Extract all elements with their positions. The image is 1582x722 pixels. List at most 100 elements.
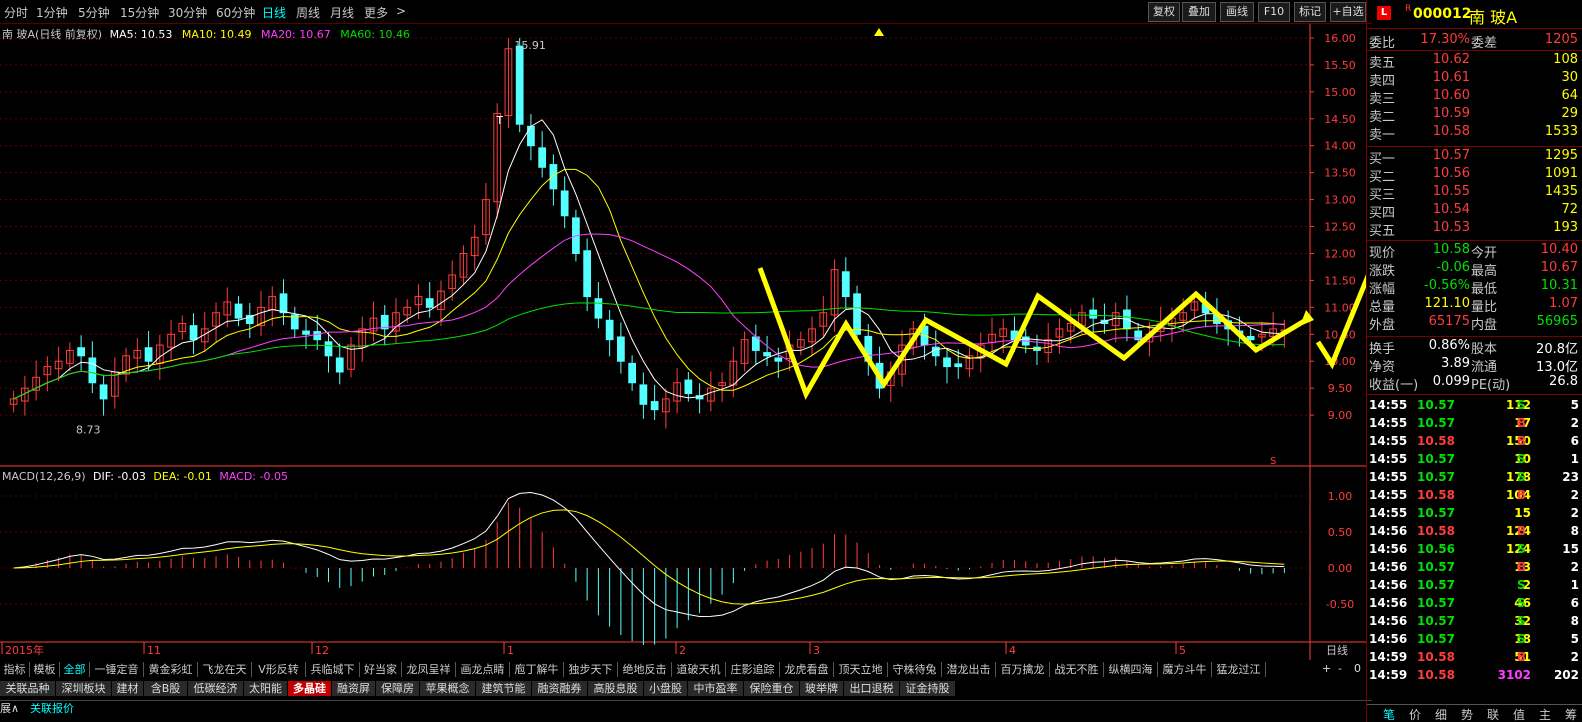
toolbar-button-5[interactable]: +自选: [1330, 2, 1366, 22]
indicator-tab-18[interactable]: 守株待兔: [888, 662, 942, 677]
ask-price-0[interactable]: 10.62: [1433, 52, 1470, 67]
indicator-tab-7[interactable]: 兵临城下: [306, 662, 360, 677]
period-tab-9[interactable]: 更多: [364, 4, 388, 21]
bid-price-2[interactable]: 10.55: [1433, 184, 1470, 199]
sector-tab-4[interactable]: 低碳经济: [188, 681, 244, 696]
indicator-tab-0[interactable]: 指标: [0, 662, 30, 677]
sector-tab-3[interactable]: 含B股: [144, 681, 188, 696]
indicator-tab-16[interactable]: 龙虎看盘: [780, 662, 834, 677]
sector-tab-1[interactable]: 深圳板块: [56, 681, 112, 696]
nav-control-0[interactable]: +: [1322, 662, 1331, 675]
date-axis-label: 2: [679, 644, 686, 657]
bid-price-4[interactable]: 10.53: [1433, 220, 1470, 235]
macd-axis-label: 0.50: [1328, 526, 1353, 539]
related-quote-link[interactable]: 关联报价: [30, 701, 74, 716]
ask-price-3[interactable]: 10.59: [1433, 106, 1470, 121]
toolbar-button-1[interactable]: 叠加: [1182, 2, 1216, 22]
indicator-tab-12[interactable]: 独步天下: [564, 662, 618, 677]
sector-tab-15[interactable]: 保险重仓: [744, 681, 800, 696]
bid-label-2: 买三: [1369, 188, 1396, 203]
period-tab-2[interactable]: 5分钟: [78, 4, 110, 21]
indicator-tab-2[interactable]: 全部: [60, 662, 90, 677]
period-tab-6[interactable]: 日线: [262, 4, 286, 21]
nav-control-2[interactable]: 0: [1354, 662, 1361, 675]
indicator-tab-11[interactable]: 庖丁解牛: [510, 662, 564, 677]
indicator-tab-21[interactable]: 战无不胜: [1050, 662, 1104, 677]
detail-tab-1[interactable]: 价: [1409, 706, 1421, 722]
bid-volume-4: 193: [1553, 220, 1578, 235]
indicator-tab-20[interactable]: 百万擒龙: [996, 662, 1050, 677]
toolbar-button-3[interactable]: F10: [1258, 2, 1290, 22]
sector-tab-12[interactable]: 高股息股: [588, 681, 644, 696]
trend-arrow-path: [757, 267, 1308, 400]
toolbar-button-0[interactable]: 复权: [1148, 2, 1180, 22]
indicator-tab-22[interactable]: 纵横四海: [1104, 662, 1158, 677]
candle-body: [515, 45, 524, 125]
sector-tab-2[interactable]: 建材: [112, 681, 144, 696]
detail-tab-2[interactable]: 细: [1435, 706, 1447, 722]
period-tab-0[interactable]: 分时: [4, 4, 28, 21]
indicator-tab-13[interactable]: 绝地反击: [618, 662, 672, 677]
period-tab-3[interactable]: 15分钟: [120, 4, 159, 21]
sector-tab-13[interactable]: 小盘股: [644, 681, 688, 696]
indicator-tab-23[interactable]: 魔方斗牛: [1158, 662, 1212, 677]
sector-tab-10[interactable]: 建筑节能: [476, 681, 532, 696]
expand-button[interactable]: 展∧: [0, 701, 19, 716]
sector-tab-6[interactable]: 多晶硅: [288, 681, 332, 696]
candle-body: [279, 293, 288, 314]
toolbar-button-2[interactable]: 画线: [1220, 2, 1254, 22]
period-tab-1[interactable]: 1分钟: [36, 4, 68, 21]
dif-line: [13, 492, 1285, 618]
period-tab-4[interactable]: 30分钟: [168, 4, 207, 21]
indicator-tab-1[interactable]: 模板: [30, 662, 60, 677]
sector-tab-0[interactable]: 关联品种: [0, 681, 56, 696]
sector-tab-8[interactable]: 保障房: [376, 681, 420, 696]
sector-tab-14[interactable]: 中市盈率: [688, 681, 744, 696]
period-tab-5[interactable]: 60分钟: [216, 4, 255, 21]
sector-tab-5[interactable]: 太阳能: [244, 681, 288, 696]
bid-price-0[interactable]: 10.57: [1433, 148, 1470, 163]
tick-row: 14:56 10.56 124 S 15: [1367, 542, 1582, 560]
detail-tab-0[interactable]: 笔: [1383, 706, 1395, 722]
sector-tab-18[interactable]: 证金持股: [900, 681, 956, 696]
indicator-tab-10[interactable]: 画龙点睛: [456, 662, 510, 677]
ask-price-2[interactable]: 10.60: [1433, 88, 1470, 103]
ask-price-4[interactable]: 10.58: [1433, 124, 1470, 139]
indicator-tab-9[interactable]: 龙凤呈祥: [402, 662, 456, 677]
bid-price-3[interactable]: 10.54: [1433, 202, 1470, 217]
indicator-tab-6[interactable]: V形反转: [252, 662, 306, 677]
sector-tab-17[interactable]: 出口退税: [844, 681, 900, 696]
sector-tab-7[interactable]: 融资屏: [332, 681, 376, 696]
indicator-tab-8[interactable]: 好当家: [360, 662, 402, 677]
more-arrow-icon[interactable]: >: [396, 4, 406, 18]
kline-chart[interactable]: 16.00 15.50 15.00 14.50 14.00 13.50 13.00 12.50…: [0, 24, 1366, 660]
detail-tab-7[interactable]: 筹: [1565, 706, 1577, 722]
indicator-tab-4[interactable]: 黄金彩虹: [144, 662, 198, 677]
indicator-tab-17[interactable]: 顶天立地: [834, 662, 888, 677]
candle-body: [1246, 335, 1255, 341]
sector-tab-9[interactable]: 苹果概念: [420, 681, 476, 696]
sector-tab-16[interactable]: 玻举牌: [800, 681, 844, 696]
ask-price-1[interactable]: 10.61: [1433, 70, 1470, 85]
detail-tab-4[interactable]: 联: [1487, 706, 1499, 722]
toolbar-button-4[interactable]: 标记: [1294, 2, 1326, 22]
bid-price-1[interactable]: 10.56: [1433, 166, 1470, 181]
period-tab-8[interactable]: 月线: [330, 4, 354, 21]
sector-tab-11[interactable]: 融资融券: [532, 681, 588, 696]
detail-tab-6[interactable]: 主: [1539, 706, 1551, 722]
period-tab-7[interactable]: 周线: [296, 4, 320, 21]
indicator-tab-24[interactable]: 猛龙过江: [1212, 662, 1266, 677]
indicator-tab-3[interactable]: 一锤定音: [90, 662, 144, 677]
tick-side: B: [1517, 560, 1527, 574]
price-axis-label: 9.00: [1328, 409, 1353, 422]
t-mark: T: [495, 114, 503, 127]
indicator-tab-5[interactable]: 飞龙在天: [198, 662, 252, 677]
indicator-tab-19[interactable]: 潜龙出击: [942, 662, 996, 677]
indicator-tab-15[interactable]: 庄影追踪: [726, 662, 780, 677]
macd-value: MACD: -0.05: [219, 470, 288, 483]
indicator-tab-14[interactable]: 道破天机: [672, 662, 726, 677]
detail-tab-3[interactable]: 势: [1461, 706, 1473, 722]
price-axis-label: 11.50: [1324, 274, 1356, 287]
detail-tab-5[interactable]: 值: [1513, 706, 1525, 722]
nav-control-1[interactable]: -: [1338, 662, 1342, 675]
